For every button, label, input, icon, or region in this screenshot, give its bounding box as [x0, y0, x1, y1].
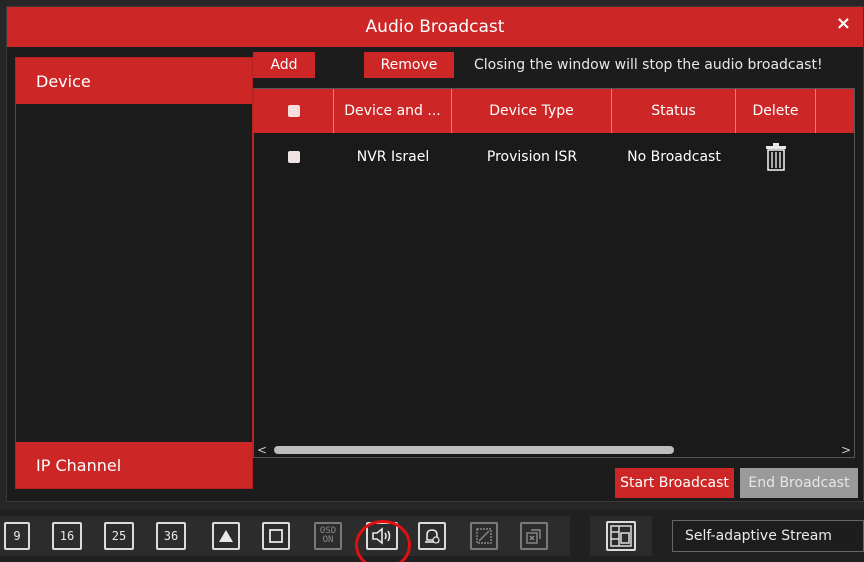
layout-16-button[interactable]: 16	[52, 522, 82, 550]
end-broadcast-button[interactable]: End Broadcast	[740, 468, 858, 498]
select-all-checkbox[interactable]	[287, 105, 300, 117]
ptz-up-icon[interactable]	[212, 522, 240, 550]
remove-button[interactable]: Remove	[364, 52, 454, 78]
scroll-track[interactable]	[270, 443, 838, 457]
sidebar: Device IP Channel	[15, 57, 253, 489]
column-extra	[816, 89, 854, 133]
column-status[interactable]: Status	[612, 89, 736, 133]
close-icon[interactable]: ×	[836, 13, 851, 34]
table-header: Device and ... Device Type Status Delete	[254, 89, 854, 133]
status-cell: No Broadcast	[627, 149, 721, 165]
column-delete: Delete	[736, 89, 816, 133]
bottom-toolbar: 9 16 25 36 OSD ON Self-adaptive Stream	[0, 510, 864, 562]
start-broadcast-button[interactable]: Start Broadcast	[615, 468, 734, 498]
table-row[interactable]: NVR Israel Provision ISR No Broadcast	[254, 137, 854, 177]
window-title: Audio Broadcast	[365, 17, 505, 37]
close-window-icon[interactable]	[520, 522, 548, 550]
stream-type-value: Self-adaptive Stream	[685, 528, 832, 544]
osd-toggle-button[interactable]: OSD ON	[314, 522, 342, 550]
row-checkbox-cell	[254, 137, 334, 177]
split-layout-icon[interactable]	[606, 521, 636, 551]
column-device-name[interactable]: Device and ...	[334, 89, 452, 133]
stream-type-select[interactable]: Self-adaptive Stream	[672, 520, 864, 552]
column-device-type[interactable]: Device Type	[452, 89, 612, 133]
select-all-header	[254, 89, 334, 133]
zoom-area-icon[interactable]	[470, 522, 498, 550]
device-name-cell: NVR Israel	[356, 149, 430, 165]
audio-broadcast-icon[interactable]	[366, 522, 398, 550]
trash-icon[interactable]	[765, 142, 787, 172]
delete-cell	[736, 137, 816, 177]
device-table: Device and ... Device Type Status Delete…	[253, 88, 855, 458]
scroll-left-icon[interactable]: <	[254, 443, 270, 457]
sidebar-tab-ip-channel[interactable]: IP Channel	[16, 442, 252, 488]
scroll-right-icon[interactable]: >	[838, 443, 854, 457]
title-bar: Audio Broadcast ×	[7, 7, 863, 47]
row-checkbox[interactable]	[288, 151, 300, 163]
extra-cell	[816, 137, 854, 177]
layout-25-button[interactable]: 25	[104, 522, 134, 550]
horizontal-scrollbar[interactable]: < >	[254, 443, 854, 457]
scroll-thumb[interactable]	[274, 446, 674, 454]
broadcast-notice: Closing the window will stop the audio b…	[474, 57, 823, 73]
alarm-bell-icon[interactable]	[418, 522, 446, 550]
sidebar-tab-device[interactable]: Device	[16, 58, 252, 104]
layout-36-button[interactable]: 36	[156, 522, 186, 550]
device-type-cell: Provision ISR	[486, 149, 578, 165]
fullscreen-icon[interactable]	[262, 522, 290, 550]
add-button[interactable]: Add	[253, 52, 315, 78]
layout-9-button[interactable]: 9	[4, 522, 30, 550]
